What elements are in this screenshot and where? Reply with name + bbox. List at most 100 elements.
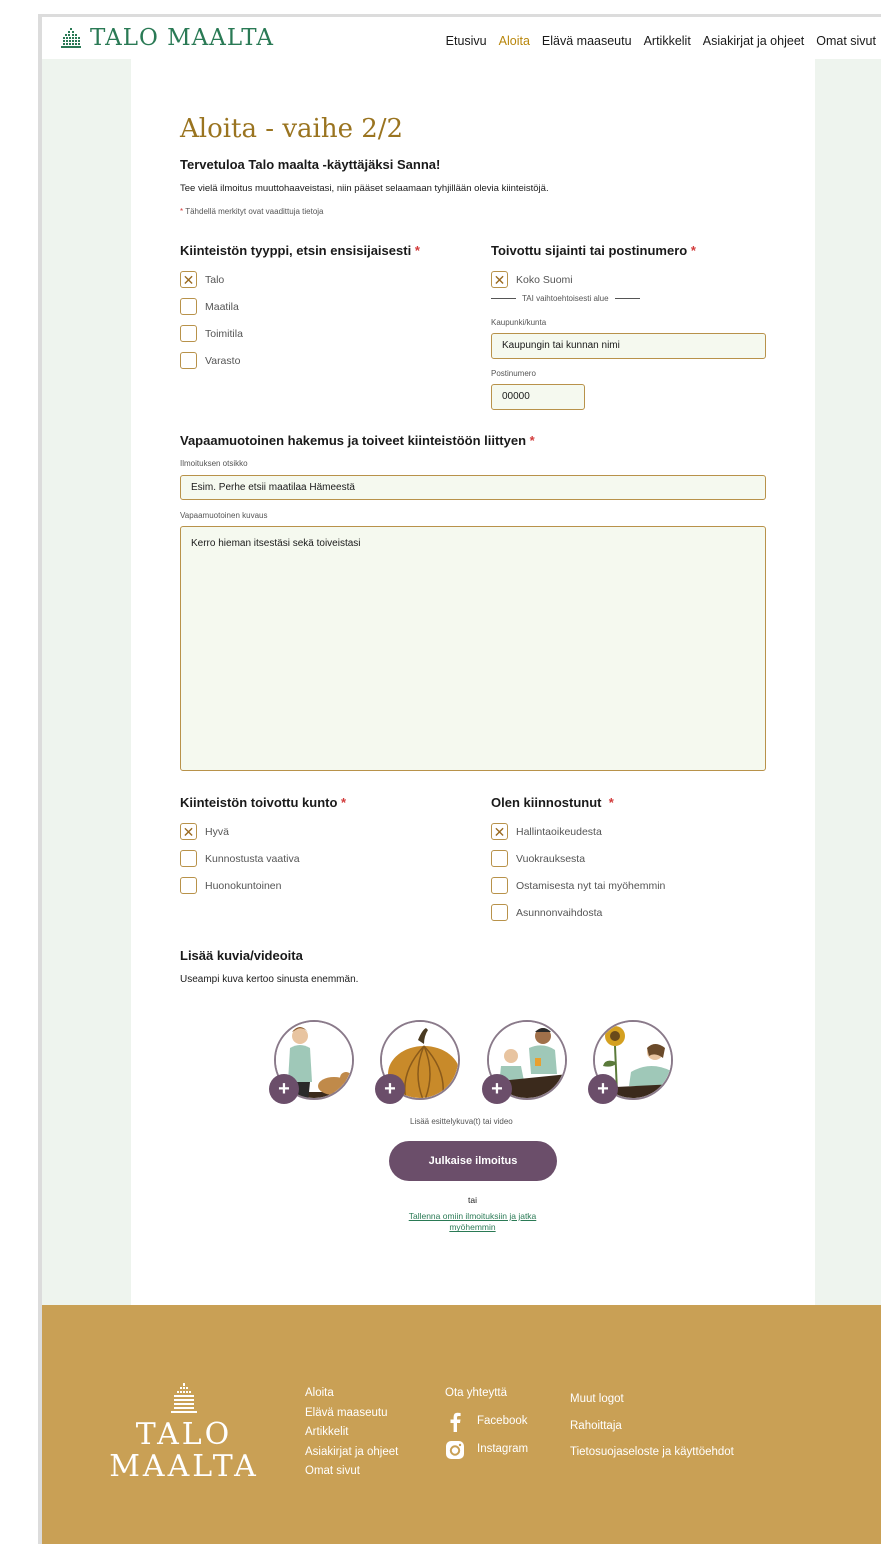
interest-heading: Olen kiinnostunut * [491, 795, 614, 810]
add-photo-button[interactable]: + [482, 1074, 512, 1104]
checkbox-hyva[interactable]: ✕ Hyvä [180, 823, 229, 840]
checkbox-empty-icon[interactable] [180, 325, 197, 342]
footer-contact: Ota yhteyttä Facebook Instagram [445, 1384, 528, 1460]
zip-input[interactable]: 00000 [491, 384, 585, 410]
footer-link-artikkelit[interactable]: Artikkelit [305, 1423, 398, 1443]
ad-title-label: Ilmoituksen otsikko [180, 459, 248, 468]
checkbox-label: Hallintaoikeudesta [516, 825, 602, 838]
zip-label: Postinumero [491, 369, 536, 378]
checkbox-label: Varasto [205, 354, 241, 367]
required-star: * [414, 243, 420, 258]
footer-logo-line2: MAALTA [109, 1448, 259, 1484]
checkbox-huonokuntoinen[interactable]: Huonokuntoinen [180, 877, 281, 894]
nav-artikkelit[interactable]: Artikkelit [644, 34, 691, 48]
footer-logo-line1: TALO [135, 1417, 233, 1452]
upload-caption: Lisää esittelykuva(t) tai video [410, 1117, 513, 1126]
site-footer: TALO MAALTA Aloita Elävä maaseutu Artikk… [42, 1305, 881, 1544]
checkbox-label: Huonokuntoinen [205, 879, 282, 892]
checkbox-toimitila[interactable]: Toimitila [180, 325, 243, 342]
ad-title-input[interactable]: Esim. Perhe etsii maatilaa Hämeestä [180, 475, 766, 500]
city-input[interactable]: Kaupungin tai kunnan nimi [491, 333, 766, 359]
checkbox-empty-icon[interactable] [491, 850, 508, 867]
intro-text: Tee vielä ilmoitus muuttohaaveistasi, ni… [180, 183, 549, 194]
nav-elava-maaseutu[interactable]: Elävä maaseutu [542, 34, 632, 48]
facebook-icon [445, 1412, 465, 1432]
divider-line [614, 298, 640, 299]
nav-omat-sivut[interactable]: Omat sivut [816, 34, 876, 48]
required-star: * [180, 207, 184, 216]
description-label: Vapaamuotoinen kuvaus [180, 511, 268, 520]
checkbox-maatila[interactable]: Maatila [180, 298, 239, 315]
nav-etusivu[interactable]: Etusivu [446, 34, 487, 48]
add-photo-button[interactable]: + [269, 1074, 299, 1104]
required-star: * [341, 795, 347, 810]
footer-link-elava-maaseutu[interactable]: Elävä maaseutu [305, 1404, 398, 1424]
checkbox-label: Vuokrauksesta [516, 852, 586, 865]
footer-privacy-link[interactable]: Tietosuojaseloste ja käyttöehdot [570, 1439, 734, 1466]
condition-heading-text: Kiinteistön toivottu kunto [180, 795, 338, 810]
checkbox-empty-icon[interactable] [180, 850, 197, 867]
divider-line [491, 298, 516, 299]
checkbox-empty-icon[interactable] [180, 352, 197, 369]
checkbox-varasto[interactable]: Varasto [180, 352, 240, 369]
page-title: Aloita - vaihe 2/2 [180, 114, 404, 144]
required-star: * [529, 433, 535, 448]
site-logo[interactable]: TALO MAALTA [60, 25, 274, 51]
checkbox-checked-icon[interactable]: ✕ [491, 823, 508, 840]
checkbox-label: Toimitila [205, 327, 243, 340]
checkbox-label: Talo [205, 273, 225, 286]
footer-logo[interactable]: TALO MAALTA [104, 1383, 264, 1482]
footer-contact-heading: Ota yhteyttä [445, 1387, 508, 1399]
save-for-later-link[interactable]: Tallenna omiin ilmoituksiin ja jatka myö… [405, 1211, 540, 1234]
checkbox-checked-icon[interactable]: ✕ [180, 271, 197, 288]
location-heading: Toivottu sijainti tai postinumero * [491, 243, 696, 258]
add-photo-button[interactable]: + [375, 1074, 405, 1104]
checkbox-checked-icon[interactable]: ✕ [491, 271, 508, 288]
checkbox-empty-icon[interactable] [491, 904, 508, 921]
alt-divider-text: TAI vaihtoehtoisesti alue [522, 294, 609, 303]
house-logo-icon [61, 28, 81, 48]
required-note: * Tähdellä merkityt ovat vaadittuja tiet… [180, 207, 324, 216]
footer-link-asiakirjat[interactable]: Asiakirjat ja ohjeet [305, 1443, 398, 1463]
instagram-link[interactable]: Instagram [445, 1440, 528, 1460]
nav-aloita[interactable]: Aloita [499, 34, 530, 48]
instagram-icon [445, 1440, 465, 1460]
description-textarea[interactable]: Kerro hieman itsestäsi sekä toiveistasi [180, 526, 766, 771]
main-nav: Etusivu Aloita Elävä maaseutu Artikkelit… [446, 34, 876, 48]
facebook-link[interactable]: Facebook [445, 1412, 528, 1432]
footer-link-aloita[interactable]: Aloita [305, 1384, 398, 1404]
welcome-text: Tervetuloa Talo maalta -käyttäjäksi Sann… [180, 157, 441, 172]
nav-asiakirjat[interactable]: Asiakirjat ja ohjeet [703, 34, 804, 48]
checkbox-checked-icon[interactable]: ✕ [180, 823, 197, 840]
checkbox-empty-icon[interactable] [180, 877, 197, 894]
required-note-text: Tähdellä merkityt ovat vaadittuja tietoj… [185, 207, 324, 216]
interest-heading-text: Olen kiinnostunut [491, 795, 602, 810]
checkbox-talo[interactable]: ✕ Talo [180, 271, 224, 288]
footer-muut-logot[interactable]: Muut logot [570, 1386, 734, 1413]
property-type-heading-text: Kiinteistön tyyppi, etsin ensisijaisesti [180, 243, 412, 258]
required-star: * [608, 795, 614, 810]
checkbox-hallintaoikeudesta[interactable]: ✕ Hallintaoikeudesta [491, 823, 602, 840]
site-header: TALO MAALTA Etusivu Aloita Elävä maaseut… [42, 17, 881, 59]
required-star: * [690, 243, 696, 258]
logo-text: TALO MAALTA [90, 25, 274, 51]
footer-link-omat-sivut[interactable]: Omat sivut [305, 1462, 398, 1482]
checkbox-empty-icon[interactable] [180, 298, 197, 315]
property-type-heading: Kiinteistön tyyppi, etsin ensisijaisesti… [180, 243, 420, 258]
footer-rahoittaja[interactable]: Rahoittaja [570, 1413, 734, 1440]
publish-button[interactable]: Julkaise ilmoitus [389, 1141, 557, 1181]
media-subtext: Useampi kuva kertoo sinusta enemmän. [180, 974, 359, 985]
application-heading-text: Vapaamuotoinen hakemus ja toiveet kiinte… [180, 433, 527, 448]
checkbox-asunnonvaihdosta[interactable]: Asunnonvaihdosta [491, 904, 602, 921]
location-heading-text: Toivottu sijainti tai postinumero [491, 243, 688, 258]
checkbox-kunnostusta-vaativa[interactable]: Kunnostusta vaativa [180, 850, 300, 867]
add-photo-button[interactable]: + [588, 1074, 618, 1104]
checkbox-label: Asunnonvaihdosta [516, 906, 603, 919]
or-text: tai [468, 1195, 477, 1205]
checkbox-koko-suomi[interactable]: ✕ Koko Suomi [491, 271, 573, 288]
checkbox-vuokrauksesta[interactable]: Vuokrauksesta [491, 850, 585, 867]
checkbox-ostamisesta[interactable]: Ostamisesta nyt tai myöhemmin [491, 877, 665, 894]
footer-other: Muut logot Rahoittaja Tietosuojaseloste … [570, 1386, 734, 1466]
checkbox-label: Kunnostusta vaativa [205, 852, 300, 865]
checkbox-empty-icon[interactable] [491, 877, 508, 894]
